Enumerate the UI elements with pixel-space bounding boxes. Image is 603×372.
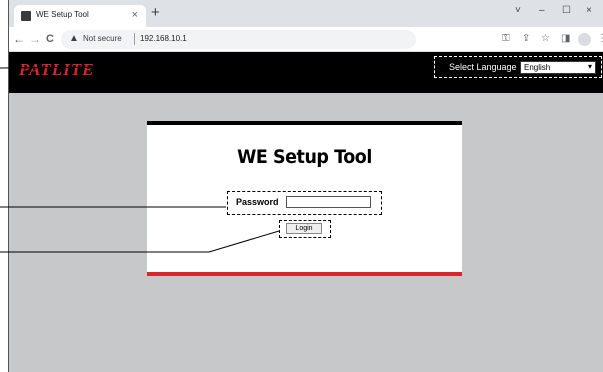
reload-button[interactable]: C [46, 31, 54, 47]
security-indicator[interactable]: Not secure [83, 34, 122, 43]
favicon-icon [21, 11, 31, 21]
forward-button[interactable]: → [29, 31, 41, 47]
tab-search-icon[interactable]: ˅ [515, 4, 521, 18]
url-text[interactable]: 192.168.10.1 [140, 34, 187, 43]
language-label: Select Language [449, 62, 517, 72]
tab-we-setup-tool[interactable]: WE Setup Tool × [14, 5, 146, 27]
sidepanel-icon[interactable]: ◨ [561, 32, 570, 46]
password-label: Password [236, 197, 279, 207]
menu-icon[interactable]: ⋮ [597, 32, 603, 46]
language-callout-box: Select Language English ▾ [434, 56, 602, 78]
close-window-button[interactable]: × [586, 4, 592, 18]
tab-strip: WE Setup Tool × + ˅ – ☐ × [9, 0, 603, 27]
browser-window: WE Setup Tool × + ˅ – ☐ × ← → C ▲ Not se… [8, 0, 603, 372]
minimize-button[interactable]: – [539, 4, 545, 18]
new-tab-button[interactable]: + [151, 5, 160, 21]
star-icon[interactable]: ☆ [541, 32, 550, 46]
page-title: WE Setup Tool [237, 146, 372, 168]
back-button[interactable]: ← [13, 31, 25, 47]
password-input[interactable] [286, 196, 371, 208]
login-card: WE Setup Tool Password Login [147, 121, 462, 276]
brand-logo: PATLITE [19, 60, 95, 79]
browser-toolbar: ← → C ▲ Not secure 192.168.10.1 ⚿ ⇪ ☆ ◨ … [9, 27, 603, 52]
address-bar[interactable]: ▲ Not secure 192.168.10.1 [61, 30, 416, 49]
share-icon[interactable]: ⇪ [522, 32, 530, 46]
language-select[interactable]: English ▾ [520, 61, 596, 74]
page-header: PATLITE Select Language English ▾ [9, 52, 603, 93]
language-selected-value: English [524, 63, 551, 72]
profile-icon[interactable] [578, 33, 591, 46]
login-callout-box: Login [279, 220, 331, 238]
warning-icon: ▲ [69, 33, 79, 44]
chevron-down-icon: ▾ [587, 62, 592, 71]
page-content: PATLITE Select Language English ▾ WE Set… [9, 52, 603, 372]
password-callout-box: Password [227, 191, 382, 215]
key-icon[interactable]: ⚿ [502, 32, 510, 46]
tab-close-icon[interactable]: × [132, 8, 138, 22]
url-separator [134, 33, 135, 45]
maximize-button[interactable]: ☐ [562, 4, 571, 18]
tab-title: WE Setup Tool [36, 10, 89, 19]
login-button[interactable]: Login [286, 223, 322, 234]
